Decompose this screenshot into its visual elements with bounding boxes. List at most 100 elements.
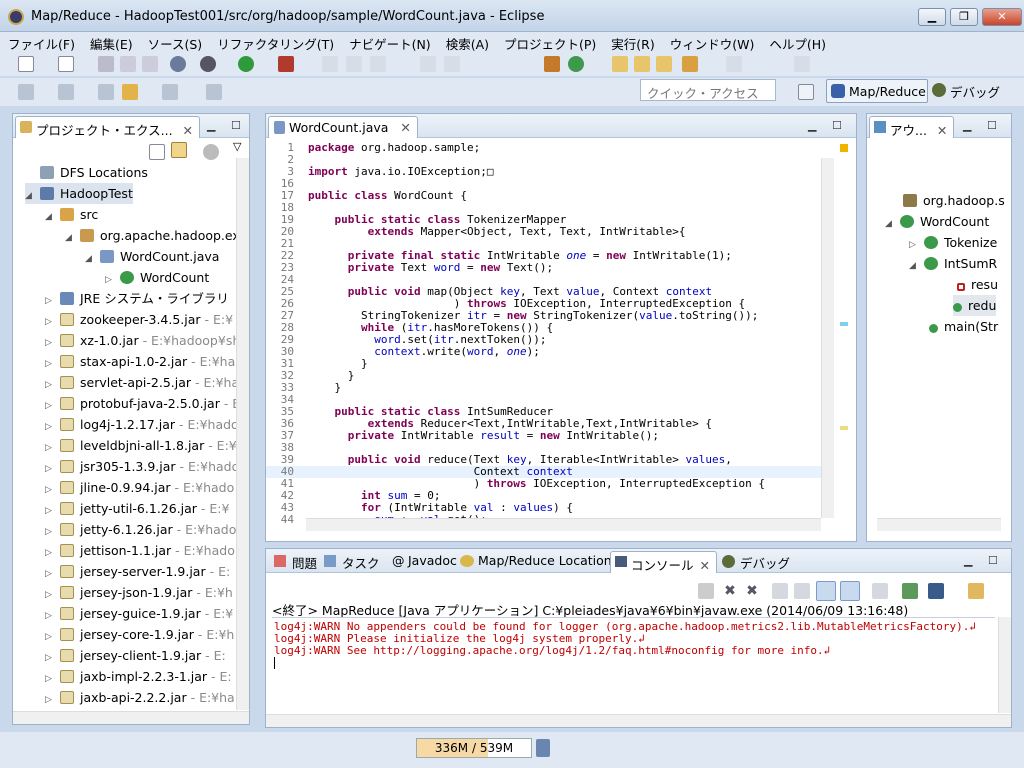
code-line[interactable]: 37 private IntWritable result = new IntW… bbox=[266, 430, 821, 442]
maximize-view-icon[interactable]: ☐ bbox=[987, 119, 997, 132]
code-line[interactable]: 3 import java.io.IOException;□ bbox=[266, 166, 821, 178]
tree-item[interactable]: DFS Locations bbox=[25, 162, 148, 183]
pin-icon[interactable] bbox=[726, 56, 742, 72]
editor-horizontal-scrollbar[interactable] bbox=[306, 518, 821, 531]
maximize-button[interactable]: ❐ bbox=[950, 8, 978, 26]
outline-item[interactable]: redu bbox=[953, 295, 997, 316]
debug-icon[interactable] bbox=[200, 56, 216, 72]
console-vertical-scrollbar[interactable] bbox=[998, 617, 1011, 713]
code-line[interactable]: 17 public class WordCount { bbox=[266, 190, 821, 202]
save-all-icon[interactable] bbox=[120, 56, 136, 72]
overview-ruler-marker[interactable] bbox=[840, 144, 848, 152]
minimize-view-icon[interactable]: ▁ bbox=[207, 119, 215, 132]
new-project-icon[interactable] bbox=[58, 56, 74, 72]
new-console-icon[interactable] bbox=[968, 583, 984, 599]
toggle-icon[interactable] bbox=[794, 56, 810, 72]
close-icon[interactable]: ✕ bbox=[400, 120, 410, 135]
remove-launch-icon[interactable]: ✖ bbox=[722, 583, 738, 599]
outline-item[interactable]: main(Str bbox=[929, 316, 998, 337]
maximize-view-icon[interactable]: ☐ bbox=[988, 554, 998, 567]
save-icon[interactable] bbox=[98, 56, 114, 72]
tab-console[interactable]: コンソール ✕ bbox=[610, 551, 717, 573]
perspective-mapreduce[interactable]: Map/Reduce bbox=[826, 79, 928, 103]
tree-item[interactable]: ◢ HadoopTest bbox=[25, 183, 133, 204]
menu-run[interactable]: 実行(R) bbox=[603, 32, 661, 52]
minimize-view-icon[interactable]: ▁ bbox=[963, 119, 971, 132]
code-area[interactable]: 1 package org.hadoop.sample; 2 3 import java… bbox=[266, 140, 821, 532]
tree-item[interactable]: ▷ servlet-api-2.5.jar - E:¥ha bbox=[45, 372, 239, 393]
overview-ruler-marker[interactable] bbox=[840, 322, 848, 326]
outline-item[interactable]: ◢ WordCount bbox=[885, 211, 989, 232]
tree-item[interactable]: ▷ jersey-client-1.9.jar - E: bbox=[45, 645, 226, 666]
tree-item[interactable]: ▷ jetty-util-6.1.26.jar - E:¥ bbox=[45, 498, 229, 519]
overview-ruler-marker[interactable] bbox=[840, 426, 848, 430]
resume-icon[interactable] bbox=[322, 56, 338, 72]
quick-access-input[interactable]: クイック・アクセス bbox=[640, 79, 776, 101]
tab-debug[interactable]: デバッグ bbox=[722, 553, 790, 572]
code-line[interactable]: 33 } bbox=[266, 382, 821, 394]
tree-item[interactable]: ◢ org.apache.hadoop.ex bbox=[65, 225, 240, 246]
code-line[interactable]: 32 } bbox=[266, 370, 821, 382]
tree-item[interactable]: ▷ jettison-1.1.jar - E:¥hado bbox=[45, 540, 235, 561]
outline-item[interactable]: resu bbox=[957, 274, 998, 295]
tree-item[interactable]: ▷ protobuf-java-2.5.0.jar - E: bbox=[45, 393, 244, 414]
next-annotation-icon[interactable] bbox=[18, 84, 34, 100]
code-line[interactable]: 1 package org.hadoop.sample; bbox=[266, 142, 821, 154]
close-button[interactable]: ✕ bbox=[982, 8, 1022, 26]
tree-item[interactable]: ◢ src bbox=[45, 204, 98, 225]
tab-wordcount-java[interactable]: WordCount.java ✕ bbox=[268, 116, 418, 138]
show-on-stderr-icon[interactable] bbox=[840, 581, 860, 601]
display-console-icon[interactable] bbox=[928, 583, 944, 599]
tab-mapreduce-locations[interactable]: Map/Reduce Locations bbox=[460, 553, 618, 568]
tab-package-explorer[interactable]: プロジェクト・エクス... ✕ bbox=[15, 116, 201, 138]
outline-horizontal-scrollbar[interactable] bbox=[877, 518, 1001, 531]
step-into-icon[interactable] bbox=[420, 56, 436, 72]
console-horizontal-scrollbar[interactable] bbox=[266, 714, 1011, 727]
terminate-icon[interactable] bbox=[370, 56, 386, 72]
menu-search[interactable]: 検索(A) bbox=[438, 32, 496, 52]
tab-outline[interactable]: アウ... ✕ bbox=[869, 116, 955, 138]
tree-item[interactable]: ▷ jersey-server-1.9.jar - E: bbox=[45, 561, 230, 582]
remove-all-icon[interactable]: ✖ bbox=[744, 583, 760, 599]
prev-annotation-icon[interactable] bbox=[58, 84, 74, 100]
tree-item[interactable]: ▷ leveldbjni-all-1.8.jar - E:¥ bbox=[45, 435, 237, 456]
explorer-horizontal-scrollbar[interactable] bbox=[13, 711, 249, 724]
menu-refactor[interactable]: リファクタリング(T) bbox=[209, 32, 341, 52]
scroll-lock-icon[interactable] bbox=[794, 583, 810, 599]
code-line[interactable]: 20 extends Mapper<Object, Text, Text, In… bbox=[266, 226, 821, 238]
settings-icon[interactable] bbox=[170, 56, 186, 72]
chevron-down-icon[interactable]: ▽ bbox=[233, 140, 241, 153]
close-icon[interactable]: ✕ bbox=[937, 123, 947, 138]
trash-icon[interactable] bbox=[536, 739, 550, 757]
terminate-icon[interactable] bbox=[698, 583, 714, 599]
tree-item[interactable]: ▷ jersey-json-1.9.jar - E:¥h bbox=[45, 582, 233, 603]
maximize-view-icon[interactable]: ☐ bbox=[231, 119, 241, 132]
tree-item[interactable]: ▷ jetty-6.1.26.jar - E:¥hado bbox=[45, 519, 236, 540]
open-project-icon[interactable] bbox=[656, 56, 672, 72]
link-editor-icon[interactable] bbox=[171, 142, 187, 158]
menu-edit[interactable]: 編集(E) bbox=[82, 32, 140, 52]
clear-console-icon[interactable] bbox=[772, 583, 788, 599]
close-icon[interactable]: ✕ bbox=[183, 123, 193, 138]
open-file-icon[interactable] bbox=[634, 56, 650, 72]
minimize-button[interactable]: ▁ bbox=[918, 8, 946, 26]
tree-item[interactable]: ▷ xz-1.0.jar - E:¥hadoop¥sh bbox=[45, 330, 240, 351]
pin-console-icon[interactable] bbox=[872, 583, 888, 599]
menu-source[interactable]: ソース(S) bbox=[140, 32, 210, 52]
back-icon[interactable] bbox=[122, 84, 138, 100]
heap-status[interactable]: 336M / 539M bbox=[416, 738, 532, 758]
last-edit-icon[interactable] bbox=[98, 84, 114, 100]
tree-item[interactable]: ▷ jaxb-impl-2.2.3-1.jar - E: bbox=[45, 666, 232, 687]
tree-item[interactable]: ▷ JRE システム・ライブラリ bbox=[45, 288, 229, 309]
maximize-view-icon[interactable]: ☐ bbox=[832, 119, 842, 132]
suspend-icon[interactable] bbox=[346, 56, 362, 72]
tree-item[interactable]: ▷ zookeeper-3.4.5.jar - E:¥ bbox=[45, 309, 233, 330]
search-icon[interactable] bbox=[682, 56, 698, 72]
tab-tasks[interactable]: タスク bbox=[324, 553, 380, 572]
outline-item[interactable]: org.hadoop.s bbox=[903, 190, 1005, 211]
editor-vertical-scrollbar[interactable] bbox=[821, 158, 834, 518]
forward-icon[interactable] bbox=[162, 84, 178, 100]
tree-item[interactable]: ▷ WordCount bbox=[105, 267, 209, 288]
run-icon[interactable] bbox=[238, 56, 254, 72]
step-over-icon[interactable] bbox=[444, 56, 460, 72]
